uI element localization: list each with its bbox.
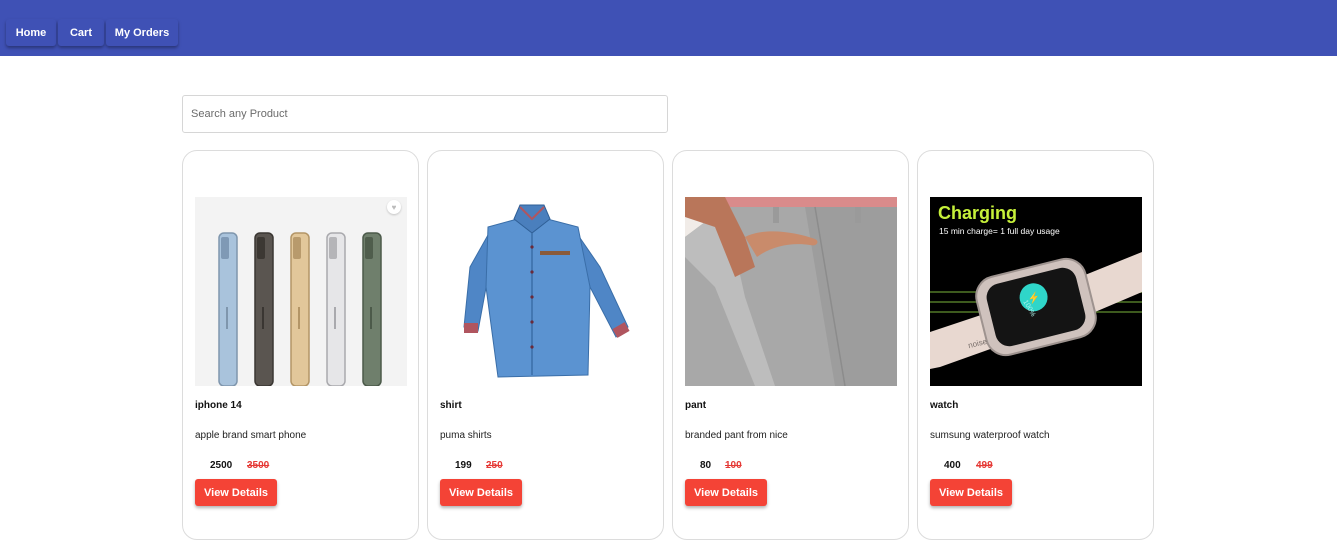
product-old-price: 100 [725,460,742,471]
product-old-price: 499 [976,460,993,471]
watch-banner-title: Charging [938,203,1017,223]
product-image-shirt [440,197,652,386]
product-image-watch: ⚡ Charging 15 min charge= 1 full day usa… [930,197,1142,386]
nav-cart-button[interactable]: Cart [58,19,104,46]
product-price: 2500 [210,460,233,471]
product-price: 199 [455,460,472,471]
product-card-watch: ⚡ Charging 15 min charge= 1 full day usa… [917,150,1154,540]
product-name: iphone 14 [195,400,242,411]
view-details-button[interactable]: View Details [930,479,1012,506]
top-app-bar: Home Cart My Orders [0,0,1337,56]
product-description: apple brand smart phone [195,430,307,441]
view-details-button[interactable]: View Details [685,479,767,506]
product-card-iphone: ♥ iphone 14 apple brand smart phone 2500… [182,150,419,540]
product-old-price: 250 [486,460,503,471]
search-input[interactable] [182,95,668,133]
product-image-iphone: ♥ [195,197,407,386]
view-details-button[interactable]: View Details [440,479,522,506]
product-description: sumsung waterproof watch [930,430,1050,441]
product-card-pant: pant branded pant from nice 80 100 View … [672,150,909,540]
product-description: puma shirts [440,430,492,441]
nav-my-orders-button[interactable]: My Orders [106,19,178,46]
product-name: watch [930,400,959,411]
product-price: 400 [944,460,961,471]
product-name: shirt [440,400,462,411]
product-description: branded pant from nice [685,430,788,441]
product-name: pant [685,400,707,411]
watch-banner-subtitle: 15 min charge= 1 full day usage [939,226,1060,236]
product-old-price: 3500 [247,460,270,471]
nav-home-button[interactable]: Home [6,19,56,46]
product-card-shirt: shirt puma shirts 199 250 View Details [427,150,664,540]
product-image-pant [685,197,897,386]
view-details-button[interactable]: View Details [195,479,277,506]
heart-icon[interactable]: ♥ [387,200,401,214]
product-price: 80 [700,460,712,471]
